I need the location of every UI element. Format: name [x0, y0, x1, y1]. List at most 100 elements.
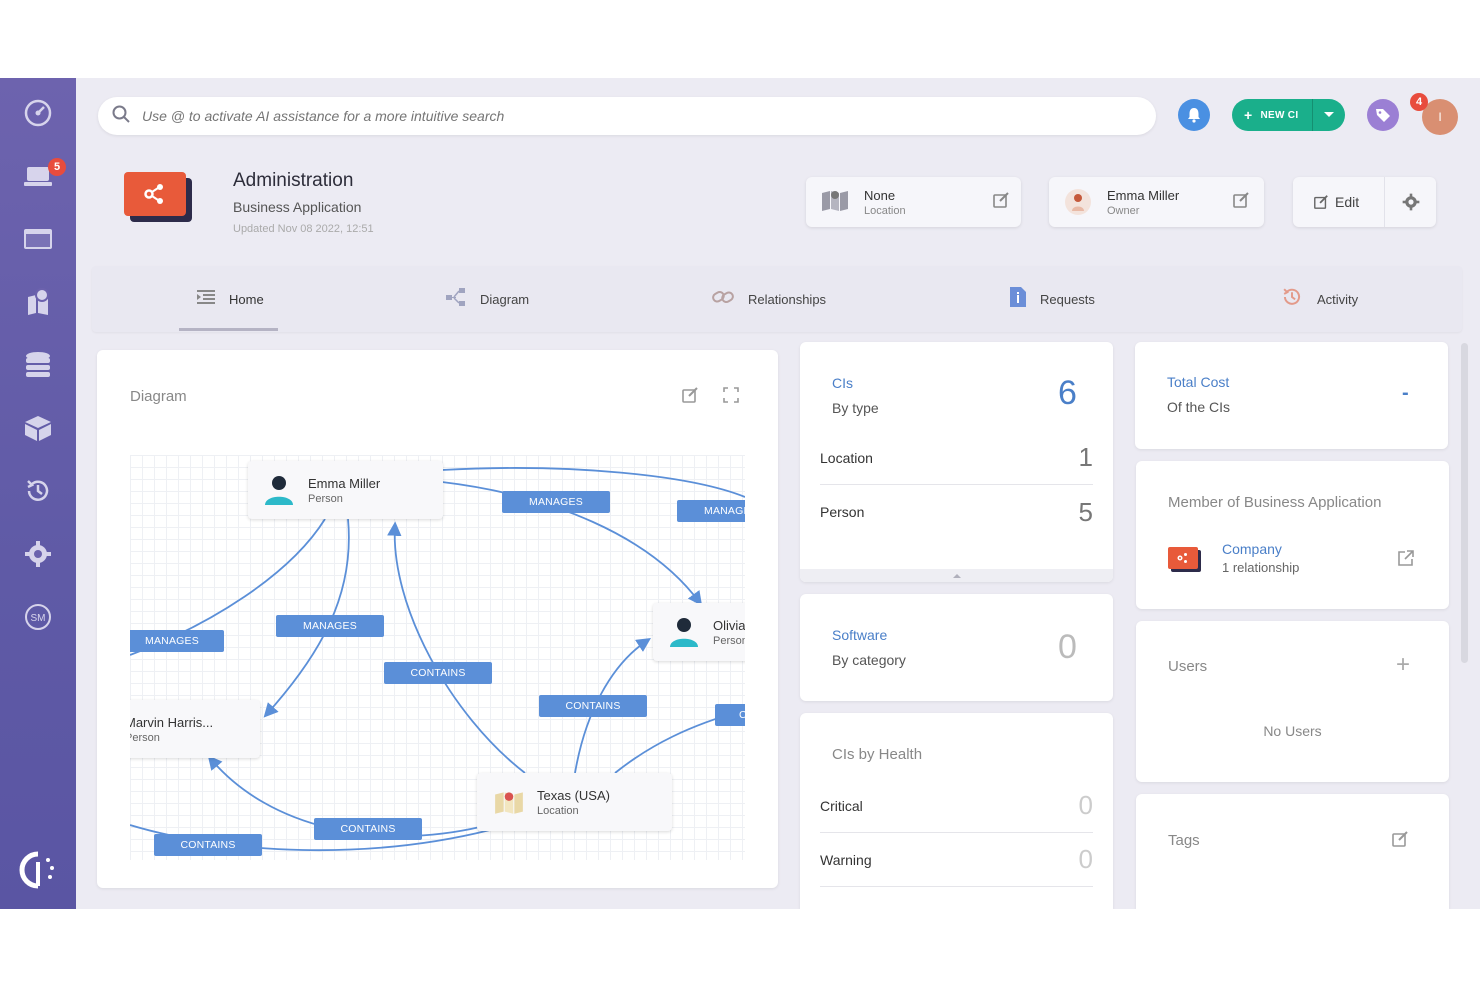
dashboard-icon[interactable]	[22, 97, 54, 129]
cis-row[interactable]: Person 5	[820, 485, 1093, 539]
settings-button[interactable]	[1385, 177, 1436, 227]
collapse-handle[interactable]	[800, 569, 1113, 582]
edit-icon	[1314, 195, 1328, 209]
node-type: Location	[537, 804, 579, 817]
relationship-diagram[interactable]: Emma Miller Person Olivia Person Marvin …	[130, 455, 745, 860]
new-ci-label: NEW CI	[1260, 109, 1299, 121]
edge-label[interactable]: MANAGES	[276, 615, 384, 637]
tab-requests[interactable]: Requests	[1010, 284, 1095, 314]
node-name: Emma Miller	[308, 475, 381, 491]
total-cost-card: Total Cost Of the CIs -	[1135, 342, 1448, 449]
edit-icon[interactable]	[1391, 830, 1409, 853]
chevron-up-icon	[952, 573, 961, 578]
search-input[interactable]	[142, 108, 1122, 124]
member-title: Member of Business Application	[1168, 494, 1382, 511]
app-frame: 5 SM +	[0, 78, 1480, 909]
cis-total: 6	[1058, 374, 1077, 412]
member-item[interactable]: Company 1 relationship	[1168, 541, 1299, 575]
window-icon[interactable]	[22, 223, 54, 255]
sm-label: SM	[31, 613, 46, 624]
history-icon	[1281, 286, 1303, 312]
database-icon[interactable]	[22, 349, 54, 381]
add-user-icon[interactable]: +	[1396, 653, 1410, 677]
edge-label[interactable]: C	[715, 704, 745, 726]
fullscreen-icon[interactable]	[723, 387, 739, 408]
list-icon	[197, 290, 215, 308]
cis-by-health-card: CIs by Health Critical 0 Warning 0	[800, 713, 1113, 909]
member-item-name: Company	[1222, 541, 1282, 557]
software-title: Software	[832, 627, 888, 643]
software-subtitle: By category	[832, 652, 906, 668]
location-card[interactable]: None Location	[806, 177, 1021, 227]
edit-icon[interactable]	[681, 386, 699, 409]
edge-label[interactable]: MANAGES	[677, 500, 745, 522]
row-label: Person	[820, 504, 865, 520]
tab-activity[interactable]: Activity	[1281, 284, 1358, 314]
cis-title: CIs	[832, 375, 853, 391]
node-name: Olivia	[713, 617, 745, 633]
edge-label[interactable]: CONTAINS	[384, 662, 492, 684]
page-scrollbar[interactable]	[1461, 343, 1468, 663]
tags-button[interactable]	[1367, 99, 1399, 131]
health-row[interactable]: Warning 0	[820, 833, 1093, 887]
node-type: Person	[308, 492, 343, 505]
new-ci-button[interactable]: + NEW CI	[1232, 99, 1345, 131]
cost-subtitle: Of the CIs	[1167, 399, 1231, 415]
map-icon[interactable]	[22, 286, 54, 318]
tab-diagram[interactable]: Diagram	[446, 284, 529, 314]
edit-button[interactable]: Edit	[1293, 177, 1385, 227]
edge-label[interactable]: CONTAINS	[539, 695, 647, 717]
edge-label[interactable]: CONTAINS	[154, 834, 262, 856]
diagram-node[interactable]: Marvin Harris... Person	[130, 700, 260, 758]
active-tab-indicator	[179, 328, 278, 331]
tab-home[interactable]: Home	[197, 284, 264, 314]
button-divider	[1312, 99, 1313, 131]
diagram-node[interactable]: Emma Miller Person	[248, 461, 443, 519]
diagram-icon	[446, 288, 466, 310]
tab-label: Activity	[1317, 291, 1359, 307]
person-icon	[265, 476, 293, 505]
edit-icon[interactable]	[992, 191, 1010, 214]
cis-row[interactable]: Location 1	[820, 431, 1093, 485]
search-icon	[112, 105, 130, 128]
app-logo-icon[interactable]	[18, 850, 58, 890]
tab-relationships[interactable]: Relationships	[712, 284, 826, 314]
external-link-icon[interactable]	[1397, 549, 1415, 572]
diagram-node[interactable]: Texas (USA) Location	[477, 773, 672, 831]
row-label: Location	[820, 449, 873, 466]
member-item-sub: 1 relationship	[1222, 560, 1300, 575]
search-bar[interactable]	[98, 97, 1156, 135]
owner-label: Owner	[1107, 204, 1140, 217]
tab-label: Diagram	[480, 291, 530, 307]
tab-label: Home	[229, 291, 264, 307]
chevron-down-icon[interactable]	[1322, 105, 1336, 126]
map-icon	[495, 792, 523, 814]
row-label: Warning	[820, 851, 872, 868]
row-value: 5	[1078, 496, 1093, 527]
sm-icon[interactable]: SM	[22, 601, 54, 633]
notification-bell-button[interactable]	[1178, 99, 1210, 131]
owner-avatar	[1065, 189, 1091, 215]
notification-badge: 4	[1410, 93, 1428, 111]
diagram-node[interactable]: Olivia Person	[653, 603, 745, 661]
ci-title: Administration	[233, 170, 354, 191]
tags-card: Tags	[1136, 794, 1449, 909]
health-row[interactable]: Critical 0	[820, 779, 1093, 833]
edit-label: Edit	[1335, 194, 1360, 210]
users-title: Users	[1168, 658, 1208, 675]
edit-icon[interactable]	[1232, 191, 1250, 214]
tag-icon	[1376, 109, 1390, 122]
box-icon[interactable]	[22, 412, 54, 444]
business-application-icon	[124, 172, 186, 216]
edge-label[interactable]: MANAGES	[502, 491, 610, 513]
edge-label[interactable]: MANAGES	[130, 630, 224, 652]
owner-card[interactable]: Emma Miller Owner	[1049, 177, 1264, 227]
cis-by-type-card: CIs By type 6 Location 1 Person 5	[800, 342, 1113, 582]
tab-label: Relationships	[748, 291, 827, 307]
history-icon[interactable]	[22, 475, 54, 507]
node-type: Person	[130, 731, 160, 744]
gear-icon[interactable]	[22, 538, 54, 570]
users-empty: No Users	[1263, 723, 1322, 739]
edge-label[interactable]: CONTAINS	[314, 818, 422, 840]
tab-label: Requests	[1040, 291, 1095, 307]
